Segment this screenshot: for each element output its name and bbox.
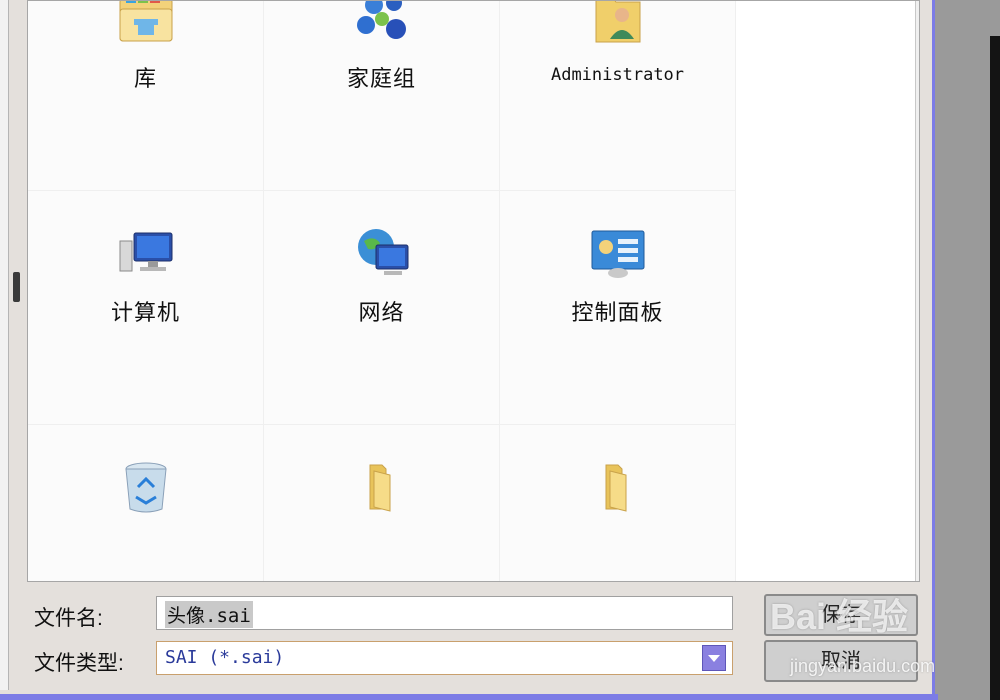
item-folder[interactable]	[500, 425, 736, 581]
item-label: 控制面板	[571, 300, 664, 325]
pane-splitter-handle[interactable]	[13, 272, 20, 302]
item-computer[interactable]: 计算机	[28, 191, 264, 425]
library-icon	[119, 1, 173, 42]
folder-icon	[369, 464, 391, 512]
item-label: 网络	[358, 300, 405, 325]
item-label: 库	[133, 66, 157, 91]
item-control-panel[interactable]: 控制面板	[500, 191, 736, 425]
cancel-button[interactable]: 取消	[764, 640, 918, 682]
file-list-view: 库 家庭组 Administrator 计算机 网络 控制面板	[27, 0, 920, 582]
filetype-dropdown-button[interactable]	[702, 645, 726, 671]
item-label: Administrator	[550, 65, 685, 85]
filename-input[interactable]: 头像.sai	[156, 596, 733, 630]
item-label: 计算机	[110, 300, 180, 325]
navigation-pane-edge	[0, 0, 9, 690]
background-window-edge	[990, 36, 1000, 700]
folder-icon	[605, 464, 627, 512]
item-libraries[interactable]: 库	[28, 1, 264, 191]
filename-label: 文件名:	[34, 607, 103, 630]
item-label: 家庭组	[346, 66, 416, 91]
icon-grid: 库 家庭组 Administrator 计算机 网络 控制面板	[28, 1, 740, 581]
item-homegroup[interactable]: 家庭组	[264, 1, 500, 191]
item-recycle-bin[interactable]	[28, 425, 264, 581]
dialog-frame-edge	[0, 694, 938, 700]
save-button[interactable]: 保存	[764, 594, 918, 636]
filename-value: 头像.sai	[165, 601, 253, 628]
control-panel-icon	[591, 230, 645, 278]
user-folder-icon	[595, 1, 641, 43]
filetype-select[interactable]: SAI (*.sai)	[156, 641, 733, 675]
item-folder[interactable]	[264, 425, 500, 581]
chevron-down-icon	[708, 655, 720, 662]
item-network[interactable]: 网络	[264, 191, 500, 425]
computer-icon	[119, 232, 173, 272]
filetype-value: SAI (*.sai)	[165, 647, 285, 668]
filetype-label: 文件类型:	[34, 652, 124, 675]
network-icon	[358, 229, 409, 275]
recycle-bin-icon	[125, 462, 167, 513]
homegroup-icon	[357, 1, 406, 39]
item-administrator[interactable]: Administrator	[500, 1, 736, 191]
vertical-scrollbar[interactable]	[915, 1, 919, 581]
